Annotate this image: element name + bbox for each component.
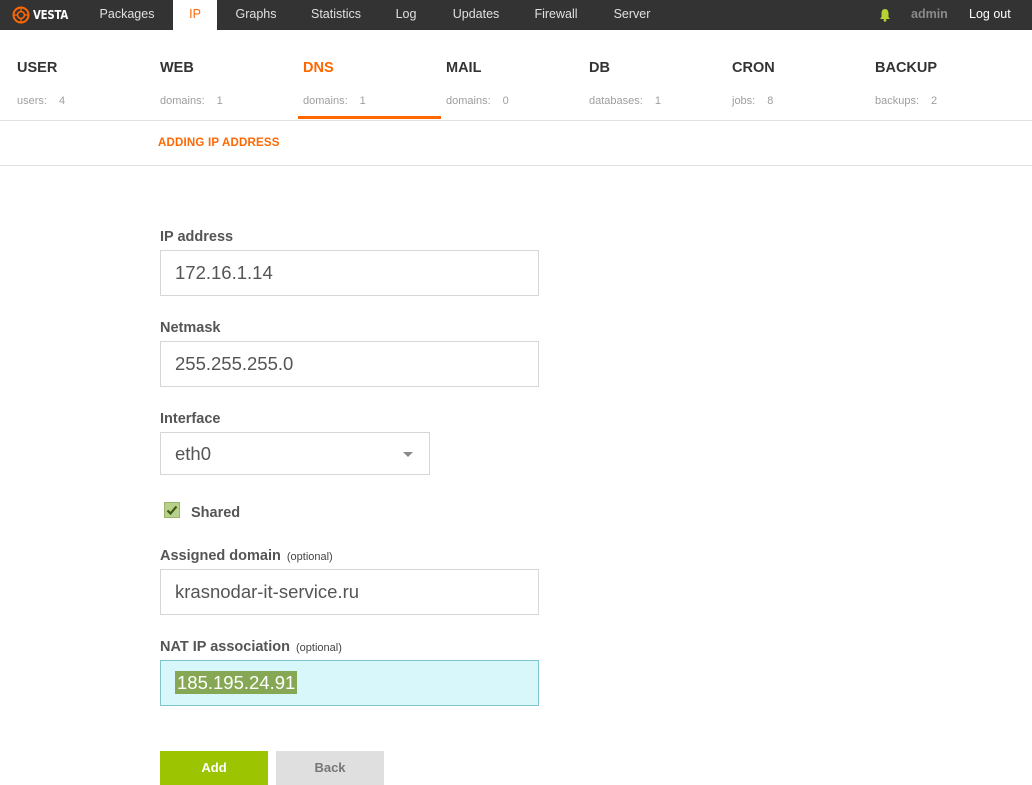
ip-address-input[interactable]: 172.16.1.14 xyxy=(160,250,539,296)
divider xyxy=(0,120,1032,121)
shared-label: Shared xyxy=(191,505,241,521)
nav-firewall[interactable]: Firewall xyxy=(524,0,588,30)
nav-log[interactable]: Log xyxy=(386,0,426,30)
nav-ip[interactable]: IP xyxy=(173,0,217,30)
tab-title: USER xyxy=(17,60,58,76)
tab-title: CRON xyxy=(732,60,775,76)
page-title: ADDING IP ADDRESS xyxy=(158,137,280,149)
selected-text: 185.195.24.91 xyxy=(175,671,298,694)
tab-title: DNS xyxy=(303,60,334,76)
tab-stat: domains: 1 xyxy=(160,95,223,107)
optional-hint: (optional) xyxy=(286,551,333,563)
tab-title: WEB xyxy=(160,60,194,76)
tab-stat: domains: 0 xyxy=(446,95,509,107)
tab-title: DB xyxy=(589,60,610,76)
interface-selected-value: eth0 xyxy=(175,443,212,464)
bell-icon[interactable] xyxy=(879,8,891,22)
interface-label: Interface xyxy=(160,411,221,427)
shared-checkbox[interactable] xyxy=(164,502,180,518)
netmask-label: Netmask xyxy=(160,320,221,336)
top-navbar: VESTA Packages IP Graphs Statistics Log … xyxy=(0,0,1032,30)
nav-updates[interactable]: Updates xyxy=(442,0,510,30)
tab-db[interactable]: DB databases: 1 xyxy=(584,30,727,120)
logout-link[interactable]: Log out xyxy=(969,0,1011,29)
assigned-domain-label: Assigned domain (optional) xyxy=(160,548,333,564)
optional-hint: (optional) xyxy=(296,642,342,654)
add-button[interactable]: Add xyxy=(160,751,268,785)
active-tab-indicator xyxy=(298,116,441,119)
tab-title: BACKUP xyxy=(875,60,938,76)
user-name-link[interactable]: admin xyxy=(911,0,948,29)
divider xyxy=(0,165,1032,166)
tab-stat: domains: 1 xyxy=(303,95,366,107)
tab-user[interactable]: USER users: 4 xyxy=(12,30,155,120)
tab-dns[interactable]: DNS domains: 1 xyxy=(298,30,441,120)
logo-text: VESTA xyxy=(33,8,68,22)
nav-server[interactable]: Server xyxy=(602,0,662,30)
tab-stat: users: 4 xyxy=(17,95,66,107)
interface-select[interactable]: eth0 xyxy=(160,432,430,475)
tab-title: MAIL xyxy=(446,60,482,76)
netmask-input[interactable]: 255.255.255.0 xyxy=(160,341,539,387)
tab-cron[interactable]: CRON jobs: 8 xyxy=(727,30,870,120)
tab-mail[interactable]: MAIL domains: 0 xyxy=(441,30,584,120)
tab-stat: backups: 2 xyxy=(875,95,938,107)
back-button[interactable]: Back xyxy=(276,751,384,785)
nat-ip-label: NAT IP association (optional) xyxy=(160,639,342,655)
nav-packages[interactable]: Packages xyxy=(87,0,167,30)
assigned-domain-input[interactable]: krasnodar-it-service.ru xyxy=(160,569,539,615)
tab-stat: jobs: 8 xyxy=(732,95,774,107)
vesta-logo[interactable]: VESTA xyxy=(12,6,74,24)
nat-ip-input[interactable]: 185.195.24.91 xyxy=(160,660,539,706)
tab-web[interactable]: WEB domains: 1 xyxy=(155,30,298,120)
nav-statistics[interactable]: Statistics xyxy=(300,0,372,30)
tab-stat: databases: 1 xyxy=(589,95,661,107)
ip-address-label: IP address xyxy=(160,229,234,245)
checkmark-icon xyxy=(166,505,178,516)
vesta-logo-icon xyxy=(12,6,30,24)
nav-graphs[interactable]: Graphs xyxy=(226,0,286,30)
tab-backup[interactable]: BACKUP backups: 2 xyxy=(870,30,1013,120)
chevron-down-icon xyxy=(403,452,413,457)
